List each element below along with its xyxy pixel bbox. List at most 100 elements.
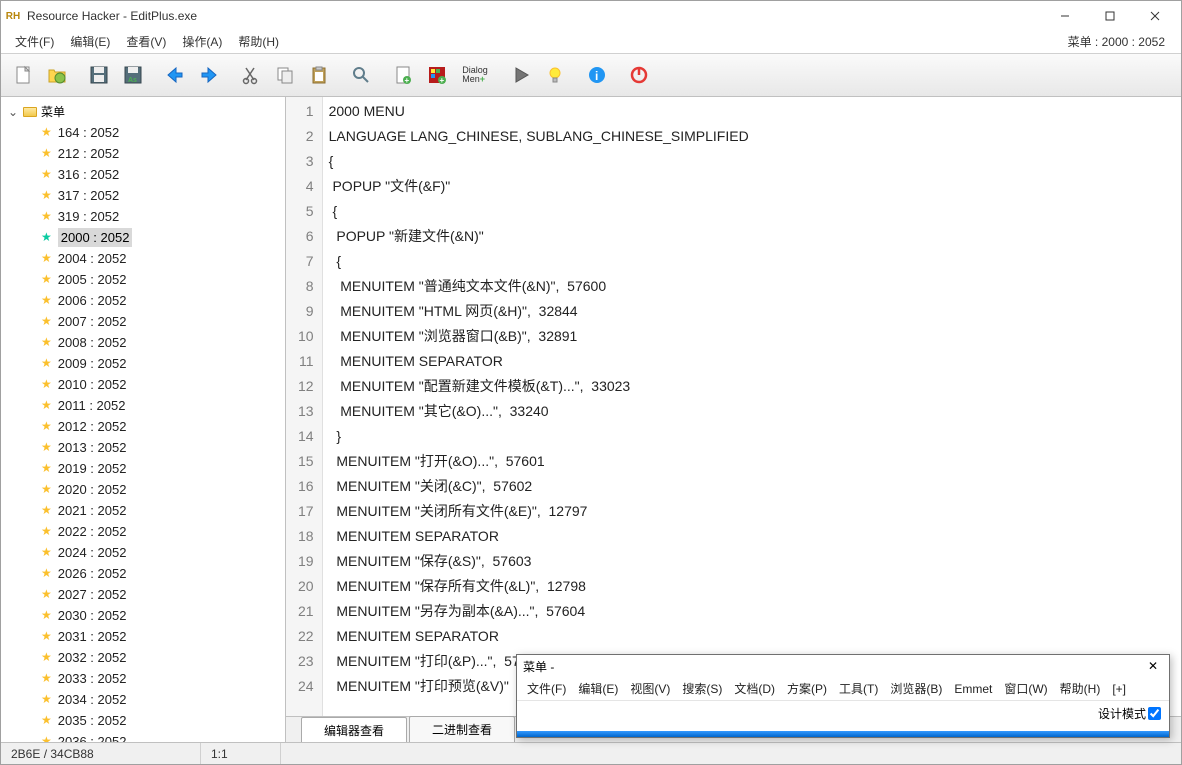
star-icon: ★ xyxy=(41,270,52,289)
info-icon[interactable]: i xyxy=(581,59,613,91)
binary-resource-icon[interactable]: + xyxy=(421,59,453,91)
tree-item[interactable]: ★316 : 2052 xyxy=(1,164,285,185)
tree-item[interactable]: ★2013 : 2052 xyxy=(1,437,285,458)
popup-menu-item[interactable]: 搜索(S) xyxy=(676,677,728,700)
paste-icon[interactable] xyxy=(303,59,335,91)
tree-item[interactable]: ★212 : 2052 xyxy=(1,143,285,164)
popup-menu-item[interactable]: 文件(F) xyxy=(521,677,572,700)
tree-item[interactable]: ★2026 : 2052 xyxy=(1,563,285,584)
tree-item-label: 2033 : 2052 xyxy=(58,669,127,688)
menu-file[interactable]: 文件(F) xyxy=(7,31,62,52)
design-mode-checkbox[interactable] xyxy=(1148,707,1161,720)
menubar-status: 菜单 : 2000 : 2052 xyxy=(1068,33,1175,50)
tree-root[interactable]: ⌄ 菜单 xyxy=(1,101,285,122)
popup-menu-item[interactable]: 帮助(H) xyxy=(1054,677,1107,700)
editor-pane: 123456789101112131415161718192021222324 … xyxy=(286,97,1181,742)
menu-action[interactable]: 操作(A) xyxy=(174,31,230,52)
menu-preview-window[interactable]: 菜单 - ✕ 文件(F)编辑(E)视图(V)搜索(S)文档(D)方案(P)工具(… xyxy=(516,654,1170,738)
svg-text:i: i xyxy=(595,69,598,83)
tree-item[interactable]: ★2019 : 2052 xyxy=(1,458,285,479)
popup-menu-item[interactable]: Emmet xyxy=(948,679,998,699)
copy-icon[interactable] xyxy=(269,59,301,91)
star-icon: ★ xyxy=(41,291,52,310)
code-editor[interactable]: 123456789101112131415161718192021222324 … xyxy=(286,97,1181,716)
tree-item[interactable]: ★ 2033 : 2052 xyxy=(1,668,285,689)
popup-menu-item[interactable]: 浏览器(B) xyxy=(884,677,948,700)
new-icon[interactable] xyxy=(7,59,39,91)
popup-menu-item[interactable]: 窗口(W) xyxy=(998,677,1053,700)
tree-item[interactable]: ★2006 : 2052 xyxy=(1,290,285,311)
tree-item[interactable]: ★164 : 2052 xyxy=(1,122,285,143)
menu-view[interactable]: 查看(V) xyxy=(118,31,174,52)
play-icon[interactable] xyxy=(505,59,537,91)
star-icon: ★ xyxy=(41,732,52,742)
tree-item[interactable]: ★2024 : 2052 xyxy=(1,542,285,563)
tree-pane[interactable]: ⌄ 菜单 ★164 : 2052★212 : 2052★316 : 2052★3… xyxy=(1,97,286,742)
star-icon: ★ xyxy=(41,501,52,520)
tree-item[interactable]: ★2005 : 2052 xyxy=(1,269,285,290)
power-icon[interactable] xyxy=(623,59,655,91)
new-resource-icon[interactable]: + xyxy=(387,59,419,91)
tree-item[interactable]: ★319 : 2052 xyxy=(1,206,285,227)
tree-item[interactable]: ★2035 : 2052 xyxy=(1,710,285,731)
tab-editor-view[interactable]: 编辑器查看 xyxy=(301,717,407,742)
popup-menu-item[interactable]: [+] xyxy=(1106,679,1132,699)
star-icon: ★ xyxy=(41,522,52,541)
tree-item[interactable]: ★2031 : 2052 xyxy=(1,626,285,647)
tree-item-label: 2020 : 2052 xyxy=(58,480,127,499)
popup-menu-item[interactable]: 文档(D) xyxy=(728,677,781,700)
tab-binary-view[interactable]: 二进制查看 xyxy=(409,716,515,742)
tree-item[interactable]: ★2008 : 2052 xyxy=(1,332,285,353)
popup-titlebar[interactable]: 菜单 - ✕ xyxy=(517,655,1169,677)
popup-menu-item[interactable]: 方案(P) xyxy=(781,677,833,700)
tree-item[interactable]: ★2000 : 2052 xyxy=(1,227,285,248)
star-icon: ★ xyxy=(41,564,52,583)
tree-item[interactable]: ★317 : 2052 xyxy=(1,185,285,206)
save-as-icon[interactable]: As xyxy=(117,59,149,91)
tree-item[interactable]: ★2012 : 2052 xyxy=(1,416,285,437)
dialog-menu-icon[interactable]: DialogMen+ xyxy=(455,59,495,91)
maximize-button[interactable] xyxy=(1087,2,1132,31)
minimize-button[interactable] xyxy=(1042,2,1087,31)
idea-icon[interactable] xyxy=(539,59,571,91)
code-content[interactable]: 2000 MENULANGUAGE LANG_CHINESE, SUBLANG_… xyxy=(323,97,749,716)
tree-item[interactable]: ★2032 : 2052 xyxy=(1,647,285,668)
tree-item[interactable]: ★2021 : 2052 xyxy=(1,500,285,521)
tree-item-label: 2009 : 2052 xyxy=(58,354,127,373)
star-icon: ★ xyxy=(41,627,52,646)
popup-title-text: 菜单 - xyxy=(523,658,554,675)
star-icon: ★ xyxy=(41,543,52,562)
tree-item[interactable]: ★2022 : 2052 xyxy=(1,521,285,542)
menubar: 文件(F) 编辑(E) 查看(V) 操作(A) 帮助(H) 菜单 : 2000 … xyxy=(1,31,1181,53)
star-icon: ★ xyxy=(41,669,52,688)
tree-item[interactable]: ★2034 : 2052 xyxy=(1,689,285,710)
tree-item[interactable]: ★2009 : 2052 xyxy=(1,353,285,374)
tree-item[interactable]: ★2027 : 2052 xyxy=(1,584,285,605)
forward-icon[interactable] xyxy=(193,59,225,91)
tree-item[interactable]: ★2004 : 2052 xyxy=(1,248,285,269)
popup-menu-item[interactable]: 编辑(E) xyxy=(572,677,624,700)
close-button[interactable] xyxy=(1132,2,1177,31)
tree-item-label: 212 : 2052 xyxy=(58,144,119,163)
tree-item[interactable]: ★2030 : 2052 xyxy=(1,605,285,626)
popup-close-button[interactable]: ✕ xyxy=(1139,659,1167,673)
tree-item-label: 2036 : 2052 xyxy=(58,732,127,742)
tree-item[interactable]: ★ 2036 : 2052 xyxy=(1,731,285,742)
app-icon: RH xyxy=(5,8,21,24)
collapse-icon[interactable]: ⌄ xyxy=(7,105,19,119)
menu-edit[interactable]: 编辑(E) xyxy=(62,31,118,52)
open-icon[interactable] xyxy=(41,59,73,91)
back-icon[interactable] xyxy=(159,59,191,91)
save-icon[interactable] xyxy=(83,59,115,91)
design-mode-toggle[interactable]: 设计模式 xyxy=(1098,705,1161,722)
tree-item[interactable]: ★2011 : 2052 xyxy=(1,395,285,416)
tree-item[interactable]: ★2010 : 2052 xyxy=(1,374,285,395)
popup-menu-item[interactable]: 视图(V) xyxy=(624,677,676,700)
titlebar: RH Resource Hacker - EditPlus.exe xyxy=(1,1,1181,31)
tree-item[interactable]: ★2020 : 2052 xyxy=(1,479,285,500)
popup-menu-item[interactable]: 工具(T) xyxy=(833,677,884,700)
tree-item[interactable]: ★2007 : 2052 xyxy=(1,311,285,332)
cut-icon[interactable] xyxy=(235,59,267,91)
find-icon[interactable] xyxy=(345,59,377,91)
menu-help[interactable]: 帮助(H) xyxy=(230,31,287,52)
